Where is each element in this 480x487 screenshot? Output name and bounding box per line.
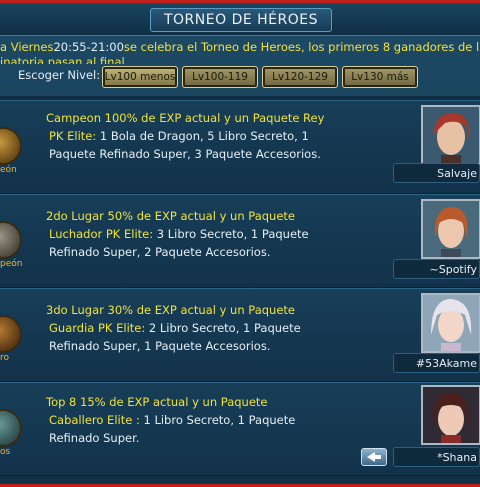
announcement-time: 20:55-21:00 (53, 40, 124, 54)
reward-title: 3do Lugar 30% de EXP actual y un Paquete (46, 303, 295, 317)
medal-label: os (0, 447, 11, 457)
reward-tier-name: Caballero Elite : (49, 413, 140, 427)
reward-description: Guardia PK Elite: 2 Libro Secreto, 1 Paq… (49, 321, 301, 335)
window-title: TORNEO DE HÉROES (163, 12, 318, 28)
player-avatar[interactable] (421, 293, 480, 353)
level-button-lv130-more[interactable]: Lv130 más (342, 66, 418, 88)
back-button[interactable] (361, 448, 387, 466)
announcement-line-1: a Viernes20:55-21:00se celebra el Torneo… (0, 39, 480, 56)
title-bar: TORNEO DE HÉROES (0, 3, 480, 36)
avatar-portrait-icon (423, 107, 479, 163)
player-avatar[interactable] (421, 385, 480, 445)
reward-items: 3 Libro Secreto, 1 Paquete (153, 227, 309, 241)
reward-row-champion: eón Campeon 100% de EXP actual y un Paqu… (0, 100, 480, 194)
avatar-portrait-icon (423, 387, 479, 443)
player-avatar[interactable] (421, 105, 480, 165)
reward-row-top8: os Top 8 15% de EXP actual y un Paquete … (0, 382, 480, 476)
player-name: #53Akame (393, 353, 480, 373)
level-button-lv120-129[interactable]: Lv120-129 (262, 66, 338, 88)
bronze-medal-icon (0, 315, 22, 353)
reward-title: Top 8 15% de EXP actual y un Paquete (46, 395, 268, 409)
avatar-portrait-icon (423, 201, 479, 257)
gold-medal-icon (0, 127, 22, 165)
level-button-lv100-less[interactable]: Lv100 menos (102, 66, 178, 88)
reward-items-cont: Paquete Refinado Super, 3 Paquete Acceso… (49, 147, 321, 161)
reward-title: 2do Lugar 50% de EXP actual y un Paquete (46, 209, 295, 223)
medal-label: peón (0, 259, 23, 269)
arrow-left-icon (367, 452, 381, 462)
reward-items-cont: Refinado Super, 1 Paquete Accesorios. (49, 339, 271, 353)
silver-medal-icon (0, 221, 22, 259)
reward-row-second: peón 2do Lugar 50% de EXP actual y un Pa… (0, 194, 480, 288)
reward-items: 1 Bola de Dragon, 5 Libro Secreto, 1 (96, 129, 309, 143)
reward-tier-name: PK Elite: (49, 129, 97, 143)
reward-items-cont: Refinado Super, 2 Paquete Accesorios. (49, 245, 271, 259)
reward-tier-name: Luchador PK Elite: (49, 227, 154, 241)
player-name: Salvaje (393, 163, 480, 183)
title-plaque: TORNEO DE HÉROES (150, 8, 332, 32)
reward-row-third: ro 3do Lugar 30% de EXP actual y un Paqu… (0, 288, 480, 382)
reward-items-cont: Refinado Super. (49, 431, 140, 445)
level-selector-label: Escoger Nivel: (18, 68, 101, 82)
reward-description: Caballero Elite : 1 Libro Secreto, 1 Paq… (49, 413, 295, 427)
announcement-text: se celebra el Torneo de Heroes, los prim… (123, 40, 480, 54)
teal-medal-icon (0, 409, 22, 447)
player-avatar[interactable] (421, 199, 480, 259)
medal-label: ro (0, 353, 10, 363)
level-button-lv100-119[interactable]: Lv100-119 (182, 66, 258, 88)
announcement-day: a Viernes (0, 40, 54, 54)
reward-items: 2 Libro Secreto, 1 Paquete (145, 321, 301, 335)
medal-label: eón (0, 165, 17, 175)
player-name: ~Spotify (393, 259, 480, 279)
reward-description: PK Elite: 1 Bola de Dragon, 5 Libro Secr… (49, 129, 309, 143)
player-name: *Shana (393, 447, 480, 467)
reward-description: Luchador PK Elite: 3 Libro Secreto, 1 Pa… (49, 227, 309, 241)
reward-title: Campeon 100% de EXP actual y un Paquete … (46, 111, 325, 125)
reward-tier-name: Guardia PK Elite: (49, 321, 146, 335)
avatar-portrait-icon (423, 295, 479, 351)
reward-items: 1 Libro Secreto, 1 Paquete (139, 413, 296, 427)
